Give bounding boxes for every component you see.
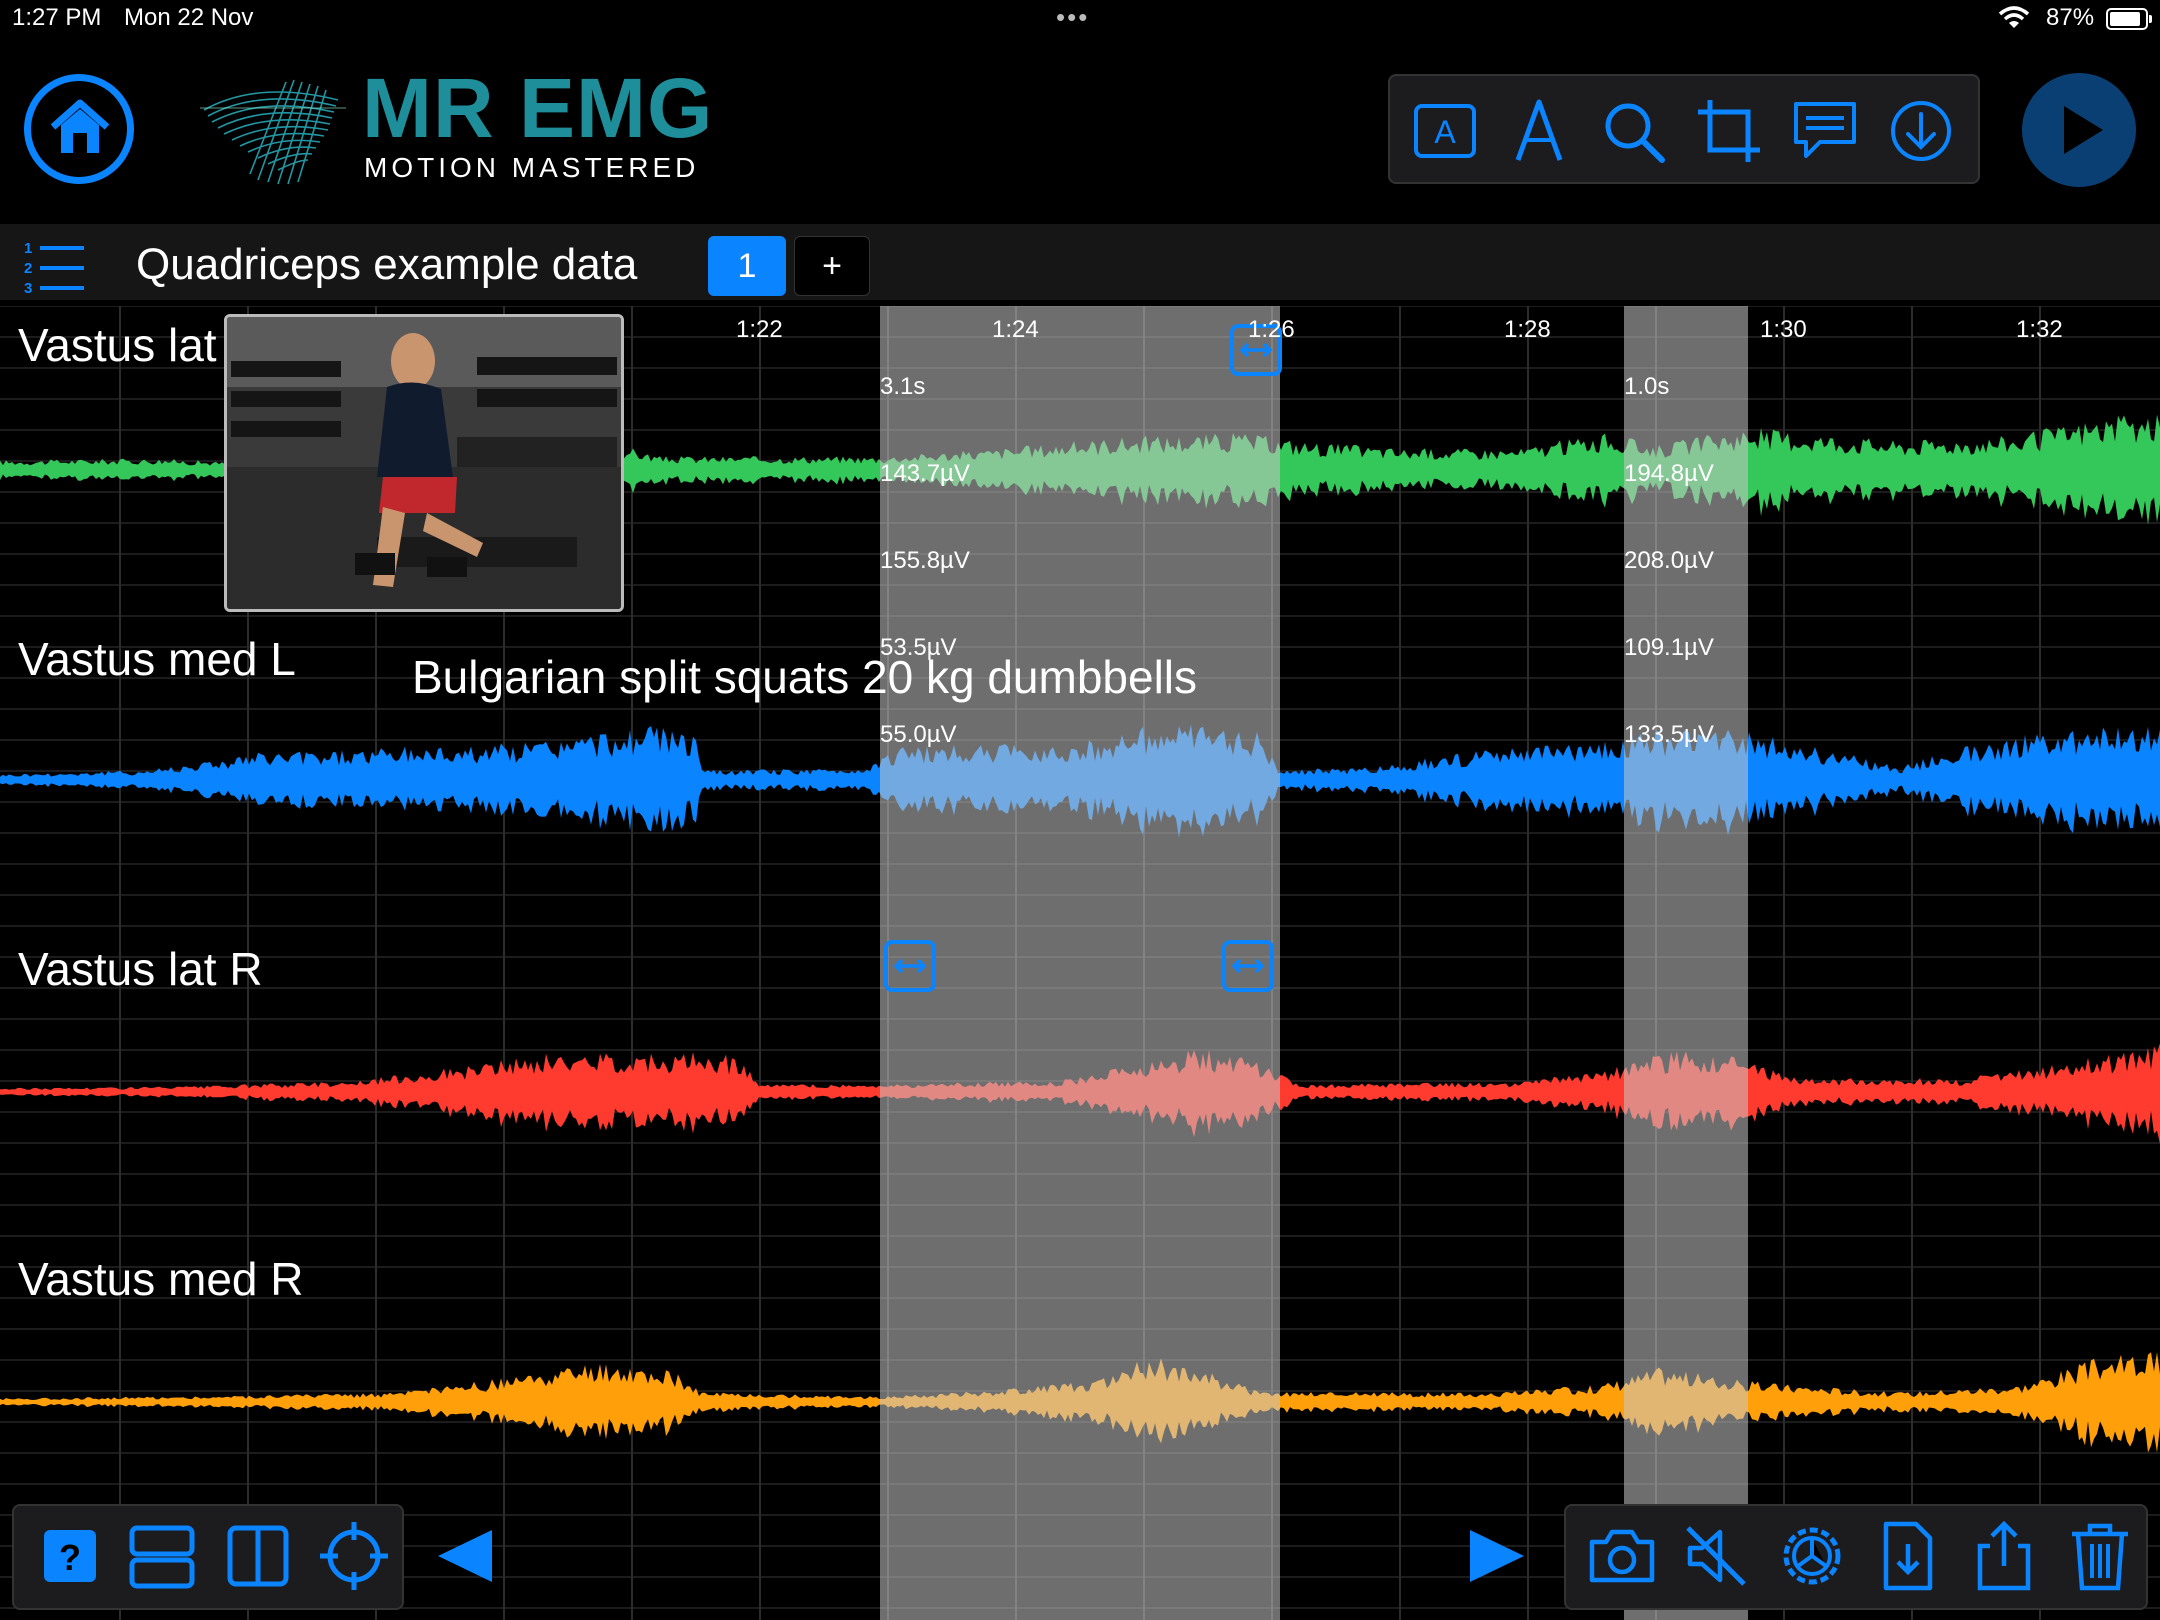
svg-text:A: A	[1434, 114, 1456, 150]
time-tick-label: 1:24	[992, 316, 1039, 343]
time-tick-label: 1:32	[2016, 316, 2063, 343]
comment-icon[interactable]	[1790, 96, 1860, 166]
action-toolbar	[1564, 1504, 2148, 1610]
import-file-icon[interactable]	[1872, 1520, 1944, 1592]
selection-duration: 1.0s	[1624, 373, 1670, 400]
pen-icon[interactable]	[1504, 96, 1574, 166]
view-toolbar: ?	[12, 1504, 404, 1610]
time-tick-label: 1:22	[736, 316, 783, 343]
selection-value: 208.0µV	[1624, 547, 1714, 574]
selection-value: 109.1µV	[1624, 634, 1714, 661]
share-icon[interactable]	[1968, 1520, 2040, 1592]
selection-stats: 1.0s 194.8µV 208.0µV 109.1µV 133.5µV	[1624, 314, 1714, 778]
home-button[interactable]	[24, 74, 134, 184]
search-icon[interactable]	[1598, 96, 1668, 166]
channel-label: Vastus med R	[18, 1253, 304, 1305]
battery-icon	[2106, 8, 2152, 30]
selection-value: 133.5µV	[1624, 721, 1714, 748]
time-tick-label: 1:28	[1504, 316, 1551, 343]
text-box-icon[interactable]: A	[1410, 96, 1480, 166]
status-time: 1:27 PM	[12, 4, 102, 31]
time-tick-label: 1:26	[1248, 316, 1295, 343]
add-tab-button[interactable]: +	[794, 236, 870, 296]
file-title: Quadriceps example data	[136, 240, 638, 289]
settings-icon[interactable]	[1776, 1520, 1848, 1592]
app-tagline: MOTION MASTERED	[364, 152, 700, 183]
status-date: Mon 22 Nov	[124, 4, 254, 31]
channel-label: Vastus med L	[18, 633, 296, 685]
crop-icon[interactable]	[1694, 96, 1764, 166]
scroll-right-icon[interactable]	[1466, 1524, 1530, 1588]
tab-1[interactable]: 1	[708, 236, 786, 296]
crosshair-icon[interactable]	[318, 1520, 390, 1592]
svg-text:3: 3	[24, 280, 32, 296]
download-icon[interactable]	[1886, 96, 1956, 166]
split-layout-icon[interactable]	[222, 1520, 294, 1592]
svg-text:2: 2	[24, 260, 32, 277]
app-title: MR EMG	[362, 61, 714, 155]
wifi-icon	[1998, 6, 2030, 28]
annotation-toolbar: A	[1388, 74, 1980, 184]
selection-value: 194.8µV	[1624, 460, 1714, 487]
selection-stats: 3.1s 143.7µV 155.8µV 53.5µV 55.0µV	[880, 314, 970, 778]
channel-label: Vastus lat R	[18, 943, 263, 995]
time-tick-label: 1:30	[1760, 316, 1807, 343]
trash-icon[interactable]	[2064, 1520, 2136, 1592]
selection-regions[interactable]	[880, 306, 1748, 1620]
scroll-left-icon[interactable]	[432, 1524, 496, 1588]
annotation-text[interactable]: Bulgarian split squats 20 kg dumbbells	[412, 650, 1197, 704]
multitasking-dots-icon[interactable]: •••	[1056, 2, 1089, 33]
numbered-list-icon[interactable]: 1 2 3	[20, 238, 88, 296]
svg-text:1: 1	[24, 240, 32, 257]
channel-label: Vastus lat L	[18, 319, 255, 371]
svg-text:?: ?	[59, 1537, 81, 1578]
selection-value: 155.8µV	[880, 547, 970, 574]
help-icon[interactable]: ?	[34, 1520, 106, 1592]
video-thumbnail[interactable]	[224, 314, 624, 612]
logo-icon	[200, 79, 346, 185]
home-icon	[50, 99, 110, 153]
stacked-layout-icon[interactable]	[126, 1520, 198, 1592]
selection-duration: 3.1s	[880, 373, 926, 400]
gym-video-frame	[227, 317, 621, 609]
mute-icon[interactable]	[1680, 1520, 1752, 1592]
play-icon	[2064, 106, 2103, 154]
battery-percentage: 87%	[2046, 4, 2095, 31]
play-button[interactable]	[2022, 73, 2136, 187]
camera-icon[interactable]	[1586, 1520, 1658, 1592]
selection-value: 143.7µV	[880, 460, 970, 487]
selection-value: 55.0µV	[880, 721, 957, 748]
